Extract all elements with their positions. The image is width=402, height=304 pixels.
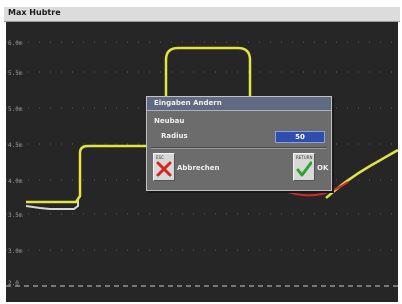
axis-label: 6.0m [8, 40, 23, 47]
dialog-divider [151, 147, 327, 149]
axis-label: 3.5m [8, 212, 23, 219]
red-x-icon [156, 161, 172, 177]
axis-label: 4.0m [8, 178, 23, 185]
axis-label: 2.0 [8, 280, 19, 287]
edit-dialog: Eingaben Andern Neubau Radius 50 ESC Abb… [146, 96, 332, 191]
axis-label: 3.0m [8, 248, 23, 255]
axis-label: 4.5m [8, 142, 23, 149]
menu-title[interactable]: Max Hubtre [8, 8, 61, 17]
green-check-icon [296, 161, 312, 177]
ok-button[interactable]: RETURN [293, 153, 315, 181]
dialog-title-bar[interactable]: Eingaben Andern [147, 97, 331, 111]
app-window: Max Hubtre 6.0m 5.5m 5.0m 4.5m 4.0m 3.5m… [0, 0, 402, 304]
ok-icon-caption: RETURN [296, 155, 313, 160]
cancel-button[interactable]: ESC [153, 153, 175, 181]
axis-label: 5.0m [8, 106, 23, 113]
dialog-title: Eingaben Andern [154, 99, 222, 107]
radius-input[interactable]: 50 [275, 131, 325, 143]
ok-label[interactable]: OK [317, 164, 328, 172]
cancel-icon-caption: ESC [156, 155, 164, 160]
radius-label: Radius [161, 132, 188, 140]
cancel-label[interactable]: Abbrechen [177, 164, 220, 172]
menu-bar: Max Hubtre [4, 7, 400, 22]
axis-label: 5.5m [8, 70, 23, 77]
dialog-subtitle: Neubau [154, 117, 185, 125]
